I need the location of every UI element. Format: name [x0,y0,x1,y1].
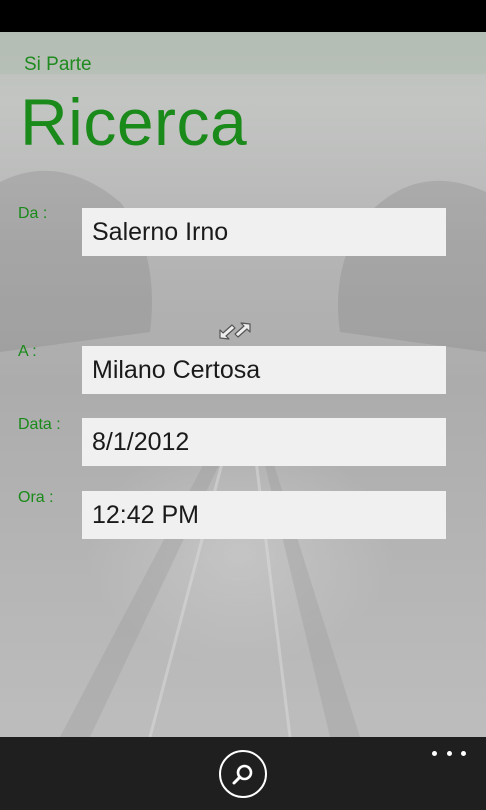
time-picker[interactable]: 12:42 PM [82,491,446,539]
from-label: Da : [18,205,48,222]
page-title: Ricerca [20,85,248,159]
date-picker[interactable]: 8/1/2012 [82,418,446,466]
swap-arrows-icon [219,322,251,340]
to-station-input[interactable]: Milano Certosa [82,346,446,394]
from-station-input[interactable]: Salerno Irno [82,208,446,256]
more-options-icon[interactable] [432,745,466,761]
app-bar [0,737,486,810]
more-dot [461,750,466,756]
to-label: A : [18,343,37,360]
search-button[interactable] [219,750,267,798]
search-icon [232,764,253,785]
status-bar [0,0,486,32]
more-dot [446,750,452,756]
more-dot [432,750,437,756]
date-label: Data : [18,416,61,433]
app-title: Si Parte [24,54,92,75]
search-page: Si Parte Ricerca Da : Salerno Irno A : M… [0,32,486,737]
swap-stations-button[interactable] [216,318,254,344]
time-label: Ora : [18,489,54,506]
